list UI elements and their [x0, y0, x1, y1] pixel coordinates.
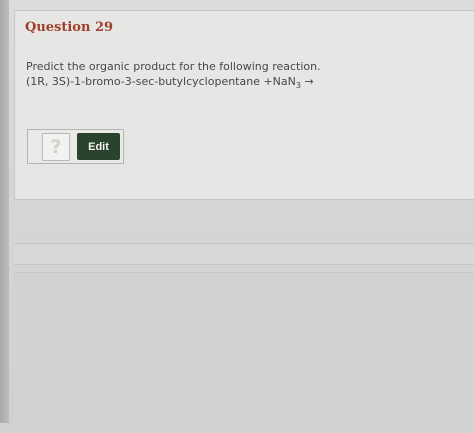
screen-background: Question 29 Predict the organic product …: [0, 0, 474, 433]
answer-placeholder-icon[interactable]: ?: [42, 133, 70, 161]
reaction-reactants: (1R, 3S)-1-bromo-3-sec-butylcyclopentane…: [26, 75, 296, 88]
question-text: Predict the organic product for the foll…: [26, 59, 321, 93]
answer-box: ? Edit: [27, 129, 124, 164]
question-panel: Question 29 Predict the organic product …: [14, 10, 474, 200]
question-title: Question 29: [25, 20, 114, 35]
reaction-line: (1R, 3S)-1-bromo-3-sec-butylcyclopentane…: [26, 74, 321, 93]
separator-panel: [14, 243, 474, 265]
reaction-arrow: →: [300, 75, 314, 88]
lower-panel: [14, 272, 474, 433]
edit-button[interactable]: Edit: [77, 133, 120, 160]
question-prompt: Predict the organic product for the foll…: [26, 60, 321, 73]
left-edge-bar: [0, 0, 9, 423]
